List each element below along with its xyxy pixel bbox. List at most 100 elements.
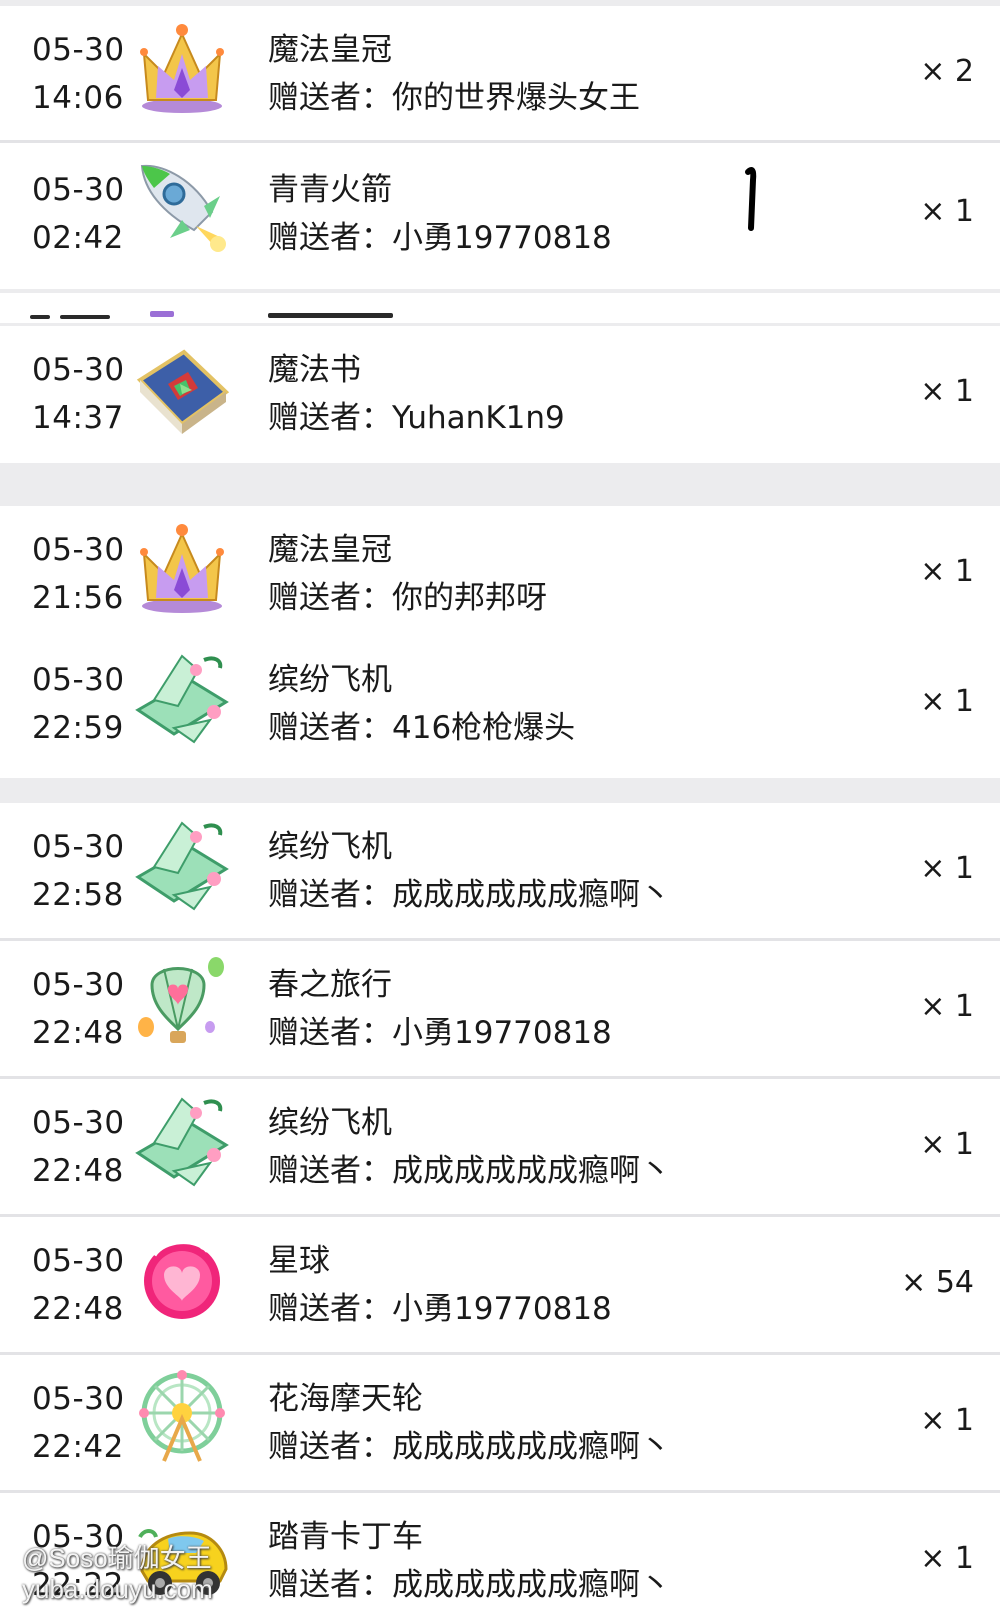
gift-quantity: × 2 [920,54,974,89]
record-text: 魔法皇冠 赠送者：你的邦邦呀 [268,526,547,622]
record-date: 05-30 [32,662,125,698]
ferris-wheel-icon [134,1369,230,1465]
record-text: 魔法皇冠 赠送者：你的世界爆头女王 [268,26,640,122]
record-text: 缤纷飞机 赠送者：416枪枪爆头 [268,656,575,752]
gift-records-screen: 05-30 14:06 魔法皇冠 赠送者：你的世界爆头女王 × 2 05-30 … [0,0,1000,1620]
gift-record-row[interactable]: 05-30 22:59 缤纷飞机 赠送者：416枪枪爆头 × 1 [0,636,1000,776]
record-time: 22:59 [32,710,124,746]
record-time: 22:48 [32,1015,124,1051]
gift-quantity: × 1 [920,851,974,886]
sender-line: 赠送者：成成成成成成瘾啊丶 [268,1561,671,1609]
sender-line: 赠送者：416枪枪爆头 [268,704,575,752]
record-text: 花海摩天轮 赠送者：成成成成成成瘾啊丶 [268,1375,671,1471]
gift-name: 魔法皇冠 [268,532,392,568]
balloon-icon [134,955,230,1051]
sender-name[interactable]: 你的世界爆头女王 [392,74,640,122]
sender-label: 赠送者： [268,1429,392,1465]
sender-line: 赠送者：成成成成成成瘾啊丶 [268,871,671,919]
record-datetime: 05-30 14:37 [32,346,125,442]
record-text: 踏青卡丁车 赠送者：成成成成成成瘾啊丶 [268,1513,671,1609]
record-datetime: 05-30 22:59 [32,656,125,752]
record-datetime: 05-30 22:42 [32,1375,125,1471]
magic-book-icon [134,340,230,436]
record-datetime: 05-30 14:06 [32,26,125,122]
record-time: 22:48 [32,1153,124,1189]
sender-label: 赠送者： [268,877,392,913]
planet-heart-icon [134,1231,230,1327]
rocket-icon [134,160,230,256]
record-time: 02:42 [32,220,124,256]
record-date: 05-30 [32,829,125,865]
sender-line: 赠送者：成成成成成成瘾啊丶 [268,1147,671,1195]
gift-record-panel: 05-30 21:56 魔法皇冠 赠送者：你的邦邦呀 × 1 05-30 22:… [0,506,1000,778]
sender-label: 赠送者： [268,400,392,436]
sender-line: 赠送者：小勇19770818 [268,1009,612,1057]
record-date: 05-30 [32,1243,125,1279]
record-datetime: 05-30 22:48 [32,961,125,1057]
record-date: 05-30 [32,352,125,388]
record-date: 05-30 [32,532,125,568]
watermark-author: @Soso瑜伽女王 [22,1543,212,1573]
record-text: 缤纷飞机 赠送者：成成成成成成瘾啊丶 [268,823,671,919]
sender-label: 赠送者： [268,1015,392,1051]
sender-name[interactable]: 小勇19770818 [392,1285,612,1333]
gift-record-row[interactable]: 05-30 22:42 花海摩天轮 赠送者：成成成成成成瘾啊丶 × 1 [0,1355,1000,1495]
gift-quantity: × 1 [920,1541,974,1576]
record-date: 05-30 [32,32,125,68]
gift-name: 青青火箭 [268,172,392,208]
sender-name[interactable]: 你的邦邦呀 [392,574,547,622]
sender-label: 赠送者： [268,80,392,116]
gift-quantity: × 1 [920,1127,974,1162]
sender-line: 赠送者：你的邦邦呀 [268,574,547,622]
record-text: 魔法书 赠送者：YuhanK1n9 [268,346,565,442]
gift-record-row[interactable]: 05-30 22:48 春之旅行 赠送者：小勇19770818 × 1 [0,941,1000,1081]
record-datetime: 05-30 22:48 [32,1237,125,1333]
sender-name[interactable]: 成成成成成成瘾啊丶 [392,1147,671,1195]
row-divider [0,140,1000,143]
record-date: 05-30 [32,1381,125,1417]
airplane-icon [134,817,230,913]
gift-record-row[interactable]: 05-30 02:42 青青火箭 赠送者：小勇19770818 × 1 [0,146,1000,286]
sender-name[interactable]: 成成成成成成瘾啊丶 [392,871,671,919]
sender-name[interactable]: YuhanK1n9 [392,394,565,442]
gift-record-row[interactable]: 05-30 22:48 缤纷飞机 赠送者：成成成成成成瘾啊丶 × 1 [0,1079,1000,1219]
partial-row-sliver [0,293,1000,323]
record-time: 22:58 [32,877,124,913]
sender-line: 赠送者：YuhanK1n9 [268,394,565,442]
sender-name[interactable]: 成成成成成成瘾啊丶 [392,1561,671,1609]
gift-quantity: × 54 [901,1265,974,1300]
gift-name: 缤纷飞机 [268,829,392,865]
gift-quantity: × 1 [920,989,974,1024]
gift-name: 魔法书 [268,352,361,388]
sender-name[interactable]: 416枪枪爆头 [392,704,575,752]
record-text: 缤纷飞机 赠送者：成成成成成成瘾啊丶 [268,1099,671,1195]
gift-record-panel: 05-30 14:37 魔法书 赠送者：YuhanK1n9 × 1 [0,326,1000,463]
sender-line: 赠送者：你的世界爆头女王 [268,74,640,122]
gift-record-row[interactable]: 05-30 21:56 魔法皇冠 赠送者：你的邦邦呀 × 1 [0,506,1000,646]
gift-record-row[interactable]: 05-30 14:37 魔法书 赠送者：YuhanK1n9 × 1 [0,326,1000,463]
gift-quantity: × 1 [920,374,974,409]
record-date: 05-30 [32,967,125,1003]
record-datetime: 05-30 22:48 [32,1099,125,1195]
gift-record-row[interactable]: 05-30 22:58 缤纷飞机 赠送者：成成成成成成瘾啊丶 × 1 [0,803,1000,943]
gift-record-row[interactable]: 05-30 22:48 星球 赠送者：小勇19770818 × 54 [0,1217,1000,1357]
record-text: 春之旅行 赠送者：小勇19770818 [268,961,612,1057]
gift-name: 踏青卡丁车 [268,1519,423,1555]
record-time: 14:06 [32,80,124,116]
record-datetime: 05-30 22:58 [32,823,125,919]
sender-name[interactable]: 小勇19770818 [392,1009,612,1057]
record-time: 22:42 [32,1429,124,1465]
record-time: 14:37 [32,400,124,436]
pen-mark-icon [745,167,757,231]
record-datetime: 05-30 02:42 [32,166,125,262]
sender-name[interactable]: 小勇19770818 [392,214,612,262]
sender-name[interactable]: 成成成成成成瘾啊丶 [392,1423,671,1471]
sender-label: 赠送者： [268,220,392,256]
gift-name: 缤纷飞机 [268,662,392,698]
record-time: 22:48 [32,1291,124,1327]
gift-record-panel: 05-30 14:06 魔法皇冠 赠送者：你的世界爆头女王 × 2 05-30 … [0,6,1000,289]
gift-record-row[interactable]: 05-30 14:06 魔法皇冠 赠送者：你的世界爆头女王 × 2 [0,6,1000,146]
sender-line: 赠送者：小勇19770818 [268,1285,612,1333]
gift-quantity: × 1 [920,554,974,589]
record-text: 青青火箭 赠送者：小勇19770818 [268,166,612,262]
